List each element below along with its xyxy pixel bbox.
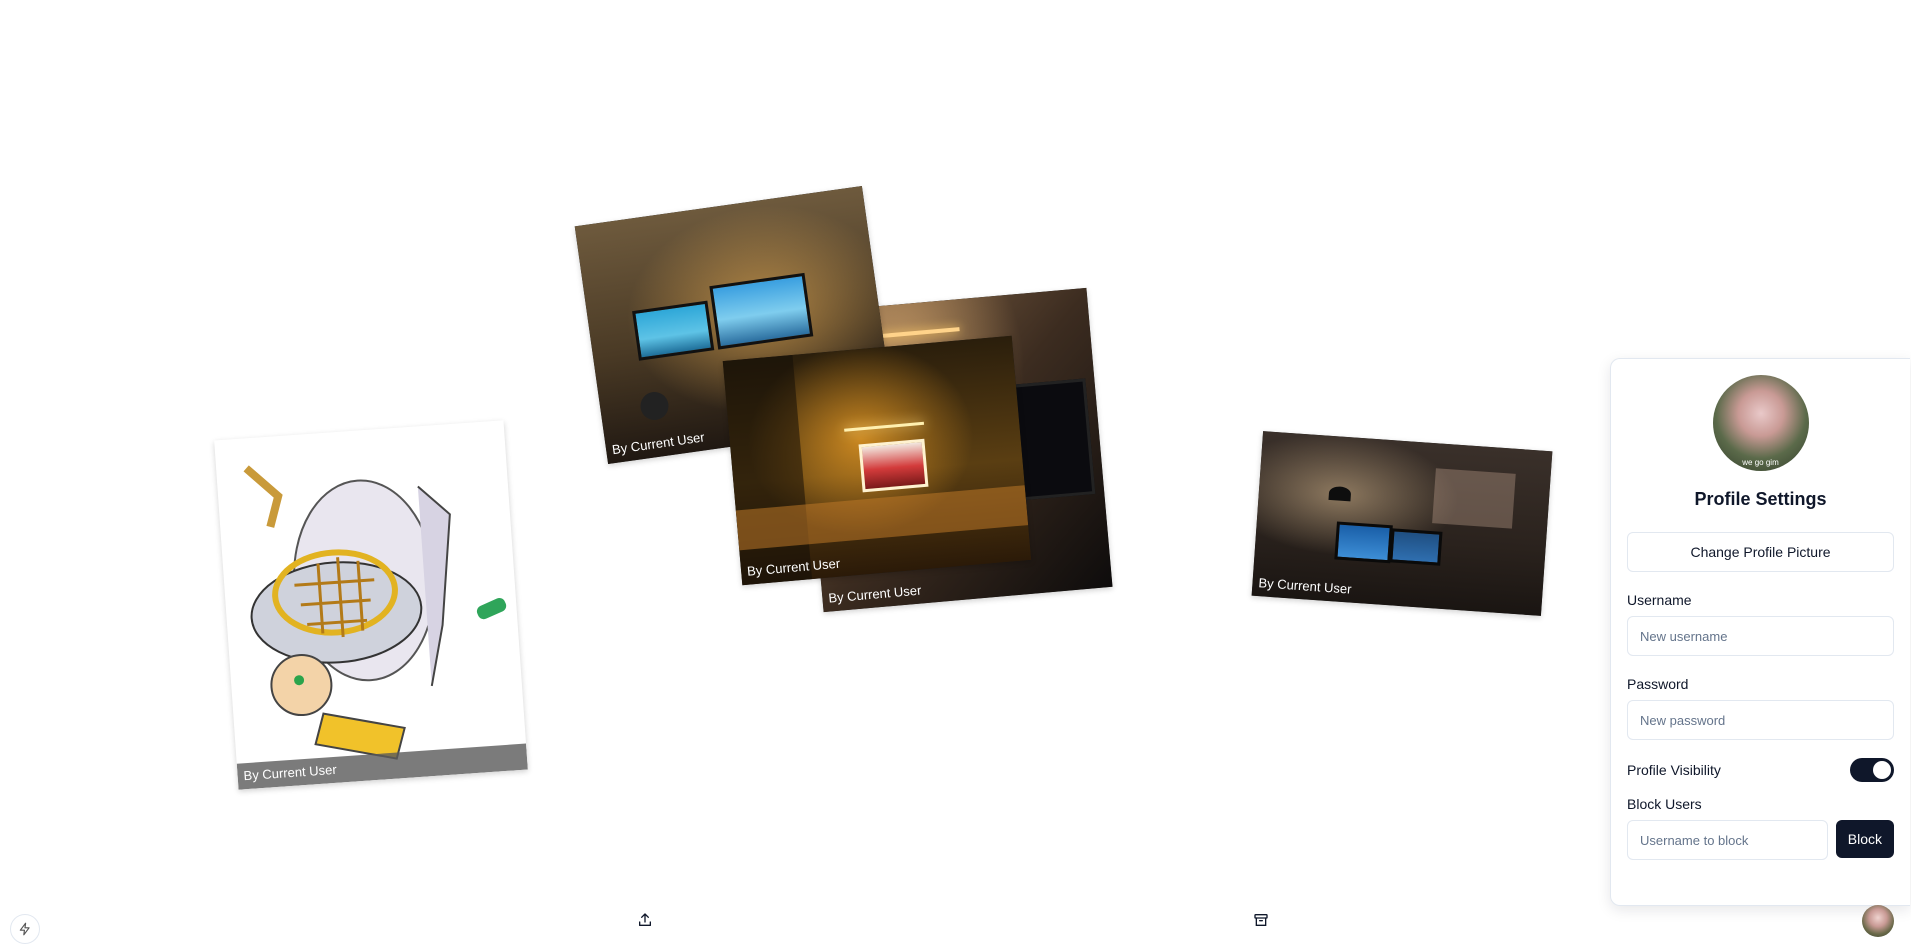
character-illustration: [243, 465, 507, 760]
username-input[interactable]: [1627, 616, 1894, 656]
profile-visibility-label: Profile Visibility: [1627, 762, 1721, 778]
block-users-label: Block Users: [1627, 796, 1702, 812]
avatar-tag: we go gim: [1742, 458, 1779, 467]
change-profile-picture-button[interactable]: Change Profile Picture: [1627, 532, 1894, 572]
avatar[interactable]: [1862, 905, 1894, 937]
panel-title: Profile Settings: [1694, 489, 1827, 509]
toggle-knob: [1873, 761, 1891, 779]
profile-visibility-toggle[interactable]: [1850, 758, 1894, 782]
username-label: Username: [1627, 592, 1692, 608]
upload-icon[interactable]: [635, 910, 655, 930]
bolt-icon[interactable]: [10, 914, 40, 944]
photo-card-night-desk[interactable]: By Current User: [722, 335, 1032, 586]
photo-card-character[interactable]: By Current User: [214, 420, 528, 790]
profile-settings-panel: we go gim Profile Settings Change Profil…: [1610, 358, 1910, 906]
photo-card-studio-desk[interactable]: By Current User: [1251, 431, 1553, 616]
block-button[interactable]: Block: [1835, 820, 1894, 858]
block-username-input[interactable]: [1627, 820, 1828, 860]
password-input[interactable]: [1627, 700, 1894, 740]
archive-icon[interactable]: [1251, 910, 1271, 930]
password-label: Password: [1627, 676, 1689, 692]
profile-avatar[interactable]: we go gim: [1712, 375, 1809, 471]
